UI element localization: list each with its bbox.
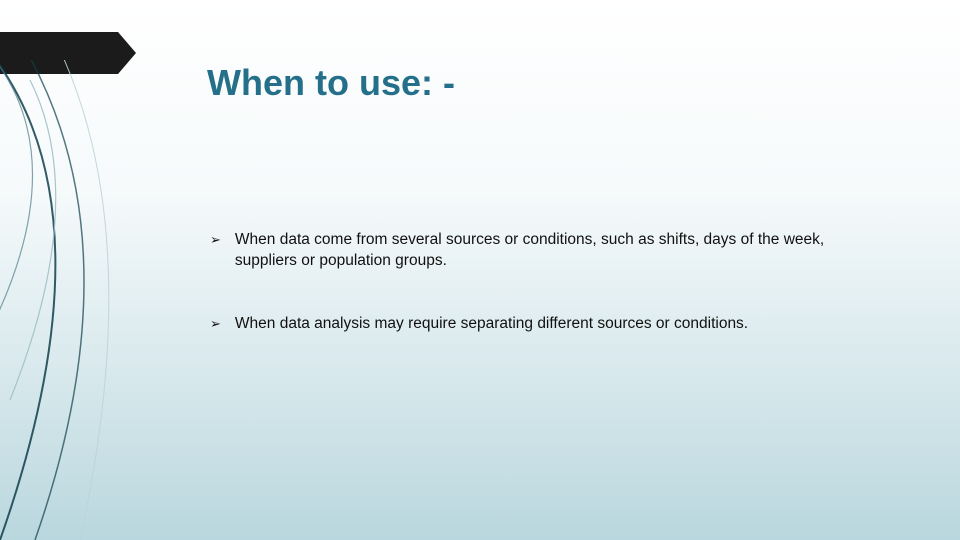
slide: When to use: - ➢ When data come from sev… [0, 0, 960, 540]
list-item: ➢ When data analysis may require separat… [210, 314, 875, 335]
list-item: ➢ When data come from several sources or… [210, 230, 875, 272]
slide-title: When to use: - [207, 62, 455, 104]
top-accent-bar [0, 32, 118, 74]
bullet-arrow-icon: ➢ [210, 231, 221, 249]
bullet-list: ➢ When data come from several sources or… [210, 230, 875, 377]
bullet-text: When data come from several sources or c… [235, 230, 875, 272]
bullet-text: When data analysis may require separatin… [235, 314, 748, 335]
leaf-decoration-icon [0, 60, 200, 540]
bullet-arrow-icon: ➢ [210, 315, 221, 333]
